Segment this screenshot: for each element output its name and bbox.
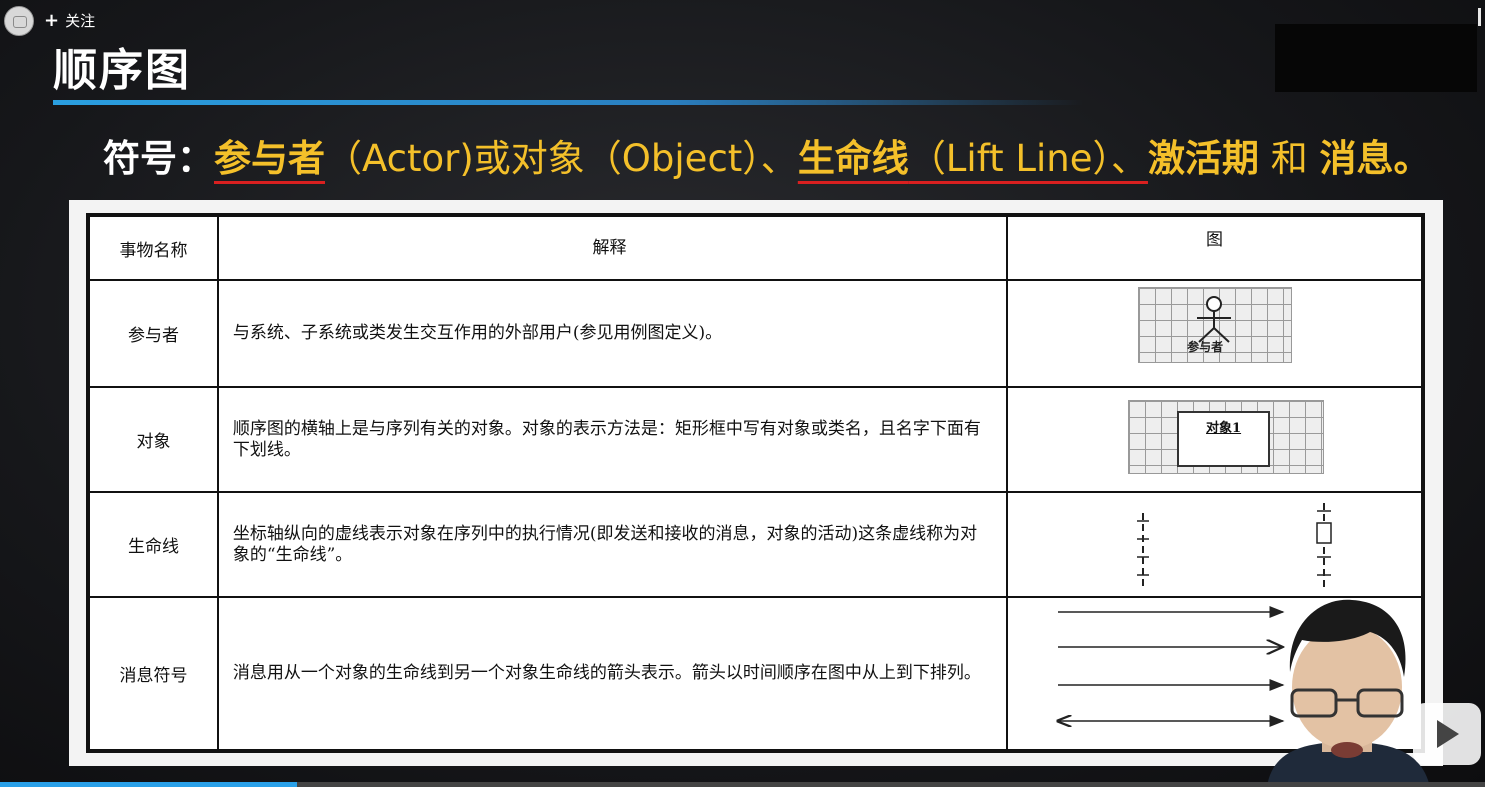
subtitle-prefix: 符号： xyxy=(103,137,214,180)
play-icon xyxy=(1437,720,1459,748)
avatar[interactable] xyxy=(4,6,34,36)
row-desc: 与系统、子系统或类发生交互作用的外部用户(参见用例图定义)。 xyxy=(216,279,1009,388)
subtitle-lifeline: 生命线 xyxy=(797,137,909,180)
subtitle-period: 。 xyxy=(1393,137,1431,180)
subtitle-message: 消息 xyxy=(1319,137,1394,180)
row-name: 生命线 xyxy=(87,491,219,598)
table-row: 消息符号 消息用从一个对象的生命线到另一个对象生命线的箭头表示。箭头以时间顺序在… xyxy=(87,596,1424,752)
presenter-video xyxy=(1267,599,1430,787)
video-progress-bar[interactable] xyxy=(0,782,1485,787)
object-figure-cell: 对象1 xyxy=(1006,386,1424,493)
video-progress-fill xyxy=(0,782,297,787)
lifeline-figure xyxy=(1137,503,1332,589)
slide-title: 顺序图 xyxy=(53,45,191,96)
plus-icon: + xyxy=(44,10,60,31)
title-divider xyxy=(53,100,1083,105)
symbol-table: 事物名称 解释 图 参与者 与系统、子系统或类发生交互作用的外部用户(参见用例图… xyxy=(86,213,1425,753)
row-name: 参与者 xyxy=(87,279,219,388)
object-box: 对象1 xyxy=(1177,411,1271,467)
row-desc: 消息用从一个对象的生命线到另一个对象生命线的箭头表示。箭头以时间顺序在图中从上到… xyxy=(216,596,1009,752)
actor-figure-label: 参与者 xyxy=(1187,340,1224,354)
lifeline-figure-cell xyxy=(1006,491,1424,598)
robot-icon xyxy=(13,16,27,28)
header-name: 事物名称 xyxy=(87,214,219,281)
subtitle-actor: 参与者 xyxy=(214,137,325,180)
play-button[interactable] xyxy=(1413,703,1481,765)
table-row: 参与者 与系统、子系统或类发生交互作用的外部用户(参见用例图定义)。 参与者 xyxy=(87,279,1424,388)
follow-button[interactable]: + 关注 xyxy=(44,10,95,31)
table-header-row: 事物名称 解释 图 xyxy=(87,214,1424,281)
actor-figure-cell: 参与者 xyxy=(1006,279,1424,388)
row-name: 消息符号 xyxy=(87,596,219,752)
subtitle-lifeline-en: （Lift Line）、 xyxy=(908,137,1148,180)
slide-subtitle: 符号：参与者（Actor)或对象（Object）、生命线（Lift Line）、… xyxy=(103,128,1431,182)
overlay-box xyxy=(1275,24,1477,92)
subtitle-activation: 激活期 xyxy=(1147,137,1259,180)
table-row: 对象 顺序图的横轴上是与序列有关的对象。对象的表示方法是：矩形框中写有对象或类名… xyxy=(87,386,1424,493)
header-desc: 解释 xyxy=(216,214,1009,281)
object-figure: 对象1 xyxy=(1128,400,1325,474)
row-name: 对象 xyxy=(87,386,219,493)
subtitle-and: 和 xyxy=(1258,137,1320,180)
table-row: 生命线 坐标轴纵向的虚线表示对象在序列中的执行情况(即发送和接收的消息，对象的活… xyxy=(87,491,1424,598)
subtitle-actor-object: （Actor)或对象（Object）、 xyxy=(325,137,798,180)
header-figure: 图 xyxy=(1006,214,1424,281)
row-desc: 顺序图的横轴上是与序列有关的对象。对象的表示方法是：矩形框中写有对象或类名，且名… xyxy=(216,386,1009,493)
actor-figure: 参与者 xyxy=(1138,287,1293,363)
follow-label: 关注 xyxy=(65,12,96,30)
row-desc: 坐标轴纵向的虚线表示对象在序列中的执行情况(即发送和接收的消息，对象的活动)这条… xyxy=(216,491,1009,598)
corner-marker xyxy=(1478,8,1481,26)
